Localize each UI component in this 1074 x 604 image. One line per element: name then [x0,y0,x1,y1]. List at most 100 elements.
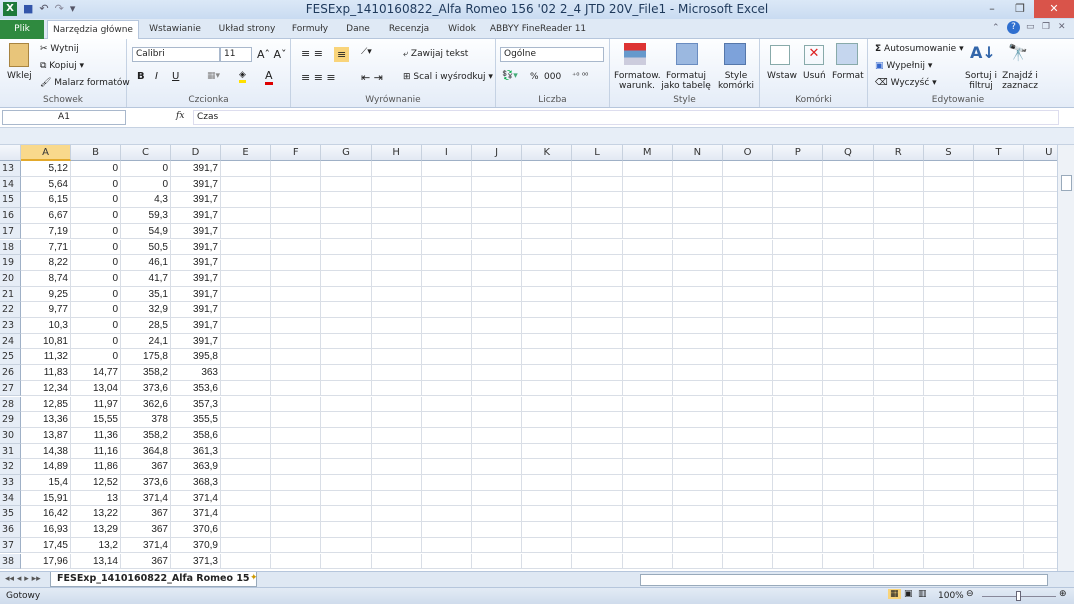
cell-P16[interactable] [773,208,824,224]
bold-button[interactable]: B [137,71,145,82]
cell-T22[interactable] [974,302,1025,318]
cell-G31[interactable] [321,443,372,460]
cell-F18[interactable] [271,239,322,256]
cell-A14[interactable]: 5,64 [21,176,71,193]
page-layout-view-icon[interactable]: ▣ [904,589,913,599]
cell-A25[interactable]: 11,32 [21,349,71,366]
cell-I31[interactable] [421,443,472,460]
cell-F25[interactable] [271,349,322,366]
cell-S15[interactable] [923,192,974,209]
row-header[interactable]: 30 [0,427,21,444]
cell-J27[interactable] [472,380,523,397]
cell-H36[interactable] [371,522,422,538]
cell-U27[interactable] [1024,381,1057,397]
cell-F32[interactable] [271,459,322,475]
cell-F30[interactable] [271,427,322,444]
cell-R38[interactable] [873,553,924,570]
doc-close-icon[interactable]: ✕ [1058,22,1066,32]
cell-L31[interactable] [572,443,623,460]
cell-L14[interactable] [572,176,623,193]
cell-E28[interactable] [221,396,272,413]
cell-H21[interactable] [371,286,422,303]
cell-G35[interactable] [321,506,372,523]
cell-L37[interactable] [572,537,623,554]
cell-B17[interactable]: 0 [71,223,121,240]
column-header-S[interactable]: S [923,145,974,161]
cell-M13[interactable] [622,161,673,177]
cell-R37[interactable] [873,537,924,554]
cell-A24[interactable]: 10,81 [21,333,71,350]
cell-Q14[interactable] [823,176,874,193]
cell-K22[interactable] [522,302,573,318]
cell-C27[interactable]: 373,6 [121,380,171,397]
cell-G23[interactable] [321,318,372,334]
cell-R27[interactable] [873,380,924,397]
cell-N17[interactable] [672,223,723,240]
cell-Q18[interactable] [823,239,874,256]
cell-Q13[interactable] [823,161,874,177]
cell-E27[interactable] [221,380,272,397]
cell-D24[interactable]: 391,7 [171,333,221,350]
cell-I34[interactable] [421,490,472,507]
cell-A15[interactable]: 6,15 [21,192,71,209]
cell-O33[interactable] [723,475,774,491]
cell-O36[interactable] [723,522,774,538]
cell-I37[interactable] [421,537,472,554]
cell-B18[interactable]: 0 [71,239,121,256]
cell-N26[interactable] [672,365,723,381]
cell-I14[interactable] [421,176,472,193]
tab-data[interactable]: Dane [338,20,378,39]
cell-G29[interactable] [321,412,372,428]
cell-H13[interactable] [371,161,422,177]
cell-R18[interactable] [873,239,924,256]
cell-L34[interactable] [572,490,623,507]
underline-button[interactable]: U [172,71,179,82]
cell-H25[interactable] [371,349,422,366]
cell-O34[interactable] [723,490,774,507]
cell-I33[interactable] [421,475,472,491]
cell-A13[interactable]: 5,12 [21,161,71,177]
cell-J23[interactable] [472,318,523,334]
cell-J36[interactable] [472,522,523,538]
cell-P25[interactable] [773,349,824,366]
column-header-A[interactable]: A [21,145,71,161]
cell-N34[interactable] [672,490,723,507]
column-header-F[interactable]: F [271,145,322,161]
cell-K15[interactable] [522,192,573,209]
cell-N23[interactable] [672,318,723,334]
cell-H34[interactable] [371,490,422,507]
cell-B35[interactable]: 13,22 [71,506,121,523]
cell-I35[interactable] [421,506,472,523]
cell-H27[interactable] [371,380,422,397]
font-name-select[interactable]: Calibri [132,47,220,62]
cell-M17[interactable] [622,223,673,240]
cell-T38[interactable] [974,553,1025,570]
column-header-U[interactable]: U [1024,145,1057,161]
cell-K20[interactable] [522,270,573,287]
cell-N16[interactable] [672,208,723,224]
cell-B38[interactable]: 13,14 [71,553,121,570]
cell-Q23[interactable] [823,318,874,334]
insert-function-button[interactable]: fx [176,111,184,121]
cell-F38[interactable] [271,553,322,570]
cell-H16[interactable] [371,208,422,224]
cell-G25[interactable] [321,349,372,366]
cell-J20[interactable] [472,270,523,287]
cell-L33[interactable] [572,475,623,491]
cell-I23[interactable] [421,318,472,334]
cell-T37[interactable] [974,537,1025,554]
format-cells-icon[interactable] [836,43,858,65]
cell-D14[interactable]: 391,7 [171,176,221,193]
row-header[interactable]: 22 [0,302,21,318]
cell-P18[interactable] [773,239,824,256]
cell-B30[interactable]: 11,36 [71,427,121,444]
cell-O30[interactable] [723,427,774,444]
cell-D37[interactable]: 370,9 [171,537,221,554]
cell-H17[interactable] [371,223,422,240]
cell-U37[interactable] [1024,538,1057,554]
cell-T19[interactable] [974,255,1025,271]
cell-D35[interactable]: 371,4 [171,506,221,523]
cell-E22[interactable] [221,302,272,318]
cell-U13[interactable] [1024,161,1057,177]
cell-U22[interactable] [1024,302,1057,318]
